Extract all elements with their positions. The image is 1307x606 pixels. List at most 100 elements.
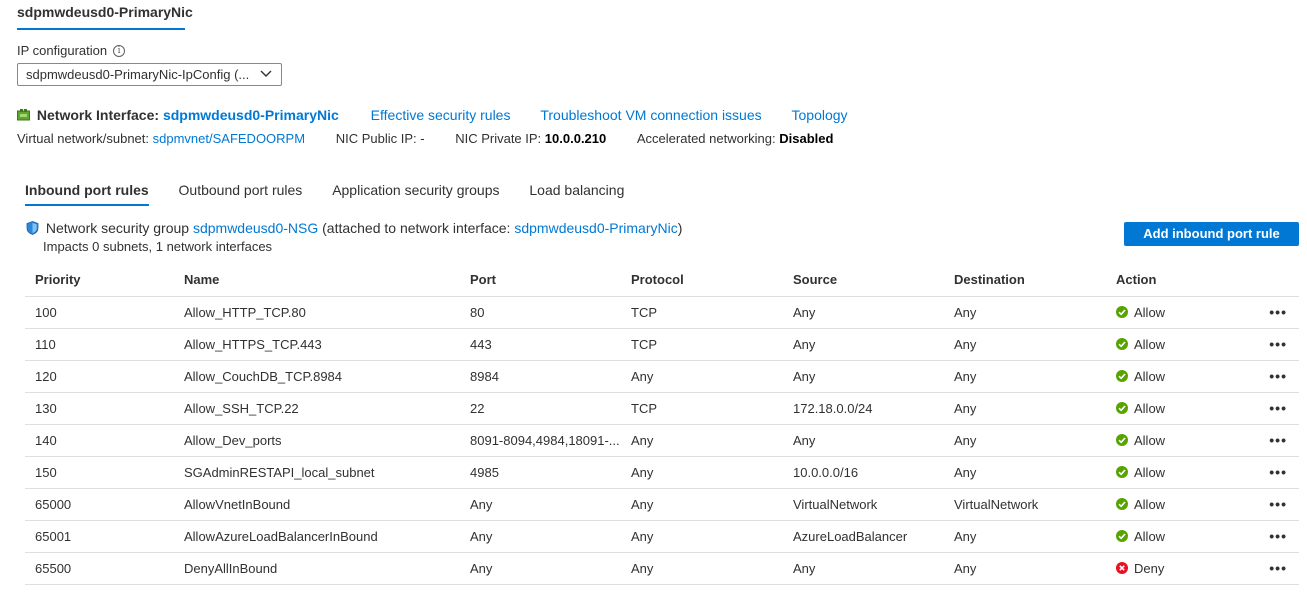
check-circle-icon — [1116, 306, 1128, 319]
check-circle-icon — [1116, 434, 1128, 447]
action-label: Allow — [1134, 496, 1166, 512]
tab-outbound-port-rules[interactable]: Outbound port rules — [179, 182, 303, 206]
cell-priority: 150 — [25, 456, 174, 489]
accelerated-networking: Accelerated networking: Disabled — [637, 131, 834, 146]
cell-name: AllowVnetInBound — [174, 488, 460, 521]
table-row[interactable]: 65500 DenyAllInBound Any Any Any Any Deny ••• — [25, 552, 1299, 585]
cell-priority: 110 — [25, 328, 174, 361]
network-interface-name-link[interactable]: sdpmwdeusd0-PrimaryNic — [163, 107, 339, 123]
cell-destination: Any — [944, 328, 1106, 361]
cell-action: Allow — [1106, 488, 1246, 521]
more-options-icon[interactable]: ••• — [1246, 360, 1299, 393]
table-row[interactable]: 65000 AllowVnetInBound Any Any VirtualNetwor… — [25, 488, 1299, 521]
more-options-icon[interactable]: ••• — [1246, 328, 1299, 361]
network-interface-row: Network Interface: sdpmwdeusd0-PrimaryNi… — [17, 107, 848, 125]
more-options-icon[interactable]: ••• — [1246, 520, 1299, 553]
table-row[interactable]: 150 SGAdminRESTAPI_local_subnet 4985 Any 10.… — [25, 456, 1299, 489]
action-label: Allow — [1134, 304, 1166, 320]
more-options-icon[interactable]: ••• — [1246, 488, 1299, 521]
cell-port: 8091-8094,4984,18091-... — [460, 424, 621, 457]
nsg-prefix: Network security group — [45, 220, 190, 236]
cell-port: 4985 — [460, 456, 621, 489]
table-row[interactable]: 140 Allow_Dev_ports 8091-8094,4984,18091-.… — [25, 424, 1299, 457]
cell-action: Allow — [1106, 296, 1246, 329]
tab-inbound-port-rules[interactable]: Inbound port rules — [25, 182, 149, 206]
header-priority[interactable]: Priority — [25, 264, 174, 297]
tab-application-security-groups[interactable]: Application security groups — [332, 182, 499, 206]
more-options-icon[interactable]: ••• — [1246, 552, 1299, 585]
ip-configuration-label-text: IP configuration — [17, 43, 108, 58]
cell-source: 172.18.0.0/24 — [783, 392, 944, 425]
tab-primary-nic[interactable]: sdpmwdeusd0-PrimaryNic — [17, 4, 193, 26]
table-row[interactable]: 65001 AllowAzureLoadBalancerInBound Any Any… — [25, 520, 1299, 553]
table-row[interactable]: 100 Allow_HTTP_TCP.80 80 TCP Any Any Allow ••• — [25, 296, 1299, 329]
nsg-attached-nic-link[interactable]: sdpmwdeusd0-PrimaryNic — [514, 220, 677, 236]
ip-configuration-dropdown[interactable]: sdpmwdeusd0-PrimaryNic-IpConfig (... — [17, 63, 282, 86]
topology-link[interactable]: Topology — [792, 107, 848, 123]
cell-destination: Any — [944, 520, 1106, 553]
cell-name: AllowAzureLoadBalancerInBound — [174, 520, 460, 553]
private-ip-label: NIC Private IP: — [455, 131, 542, 146]
cell-protocol: Any — [621, 360, 783, 393]
cell-destination: Any — [944, 360, 1106, 393]
nsg-name-link[interactable]: sdpmwdeusd0-NSG — [193, 220, 318, 236]
cell-name: DenyAllInBound — [174, 552, 460, 585]
cell-destination: Any — [944, 296, 1106, 329]
cell-port: Any — [460, 552, 621, 585]
inbound-rules-table: Priority Name Port Protocol Source Desti… — [25, 264, 1299, 585]
action-label: Allow — [1134, 336, 1166, 352]
header-name[interactable]: Name — [174, 264, 460, 297]
info-icon[interactable]: i — [113, 44, 126, 57]
cell-port: 80 — [460, 296, 621, 329]
more-options-icon[interactable]: ••• — [1246, 392, 1299, 425]
cell-source: 10.0.0.0/16 — [783, 456, 944, 489]
header-protocol[interactable]: Protocol — [621, 264, 783, 297]
header-destination[interactable]: Destination — [944, 264, 1106, 297]
public-ip-label: NIC Public IP: — [335, 131, 417, 146]
cell-source: Any — [783, 360, 944, 393]
cell-priority: 65000 — [25, 488, 174, 521]
cell-action: Allow — [1106, 360, 1246, 393]
header-action[interactable]: Action — [1106, 264, 1246, 297]
check-circle-icon — [1116, 498, 1128, 511]
header-source[interactable]: Source — [783, 264, 944, 297]
troubleshoot-vm-link[interactable]: Troubleshoot VM connection issues — [540, 107, 761, 123]
header-more — [1246, 264, 1299, 297]
cell-protocol: TCP — [621, 328, 783, 361]
accelerated-networking-value: Disabled — [779, 131, 834, 146]
network-security-group-line: Network security group sdpmwdeusd0-NSG (… — [26, 219, 682, 236]
cell-destination: VirtualNetwork — [944, 488, 1106, 521]
cell-priority: 140 — [25, 424, 174, 457]
action-label: Allow — [1134, 464, 1166, 480]
check-circle-icon — [1116, 402, 1128, 415]
check-circle-icon — [1116, 370, 1128, 383]
more-options-icon[interactable]: ••• — [1246, 456, 1299, 489]
cell-priority: 65500 — [25, 552, 174, 585]
error-circle-icon — [1116, 562, 1128, 575]
public-ip: NIC Public IP: - — [336, 131, 425, 146]
check-circle-icon — [1116, 466, 1128, 479]
table-row[interactable]: 130 Allow_SSH_TCP.22 22 TCP 172.18.0.0/24 Any… — [25, 392, 1299, 425]
tab-load-balancing[interactable]: Load balancing — [529, 182, 624, 206]
add-inbound-port-rule-button[interactable]: Add inbound port rule — [1124, 222, 1299, 246]
table-row[interactable]: 120 Allow_CouchDB_TCP.8984 8984 Any Any Any Al… — [25, 360, 1299, 393]
accelerated-networking-label: Accelerated networking: — [636, 131, 776, 146]
vnet-subnet-link[interactable]: sdpmvnet/SAFEDOORPM — [153, 131, 305, 146]
cell-protocol: Any — [621, 456, 783, 489]
more-options-icon[interactable]: ••• — [1246, 296, 1299, 329]
private-ip: NIC Private IP: 10.0.0.210 — [455, 131, 606, 146]
cell-name: Allow_HTTPS_TCP.443 — [174, 328, 460, 361]
header-port[interactable]: Port — [460, 264, 621, 297]
more-options-icon[interactable]: ••• — [1246, 424, 1299, 457]
cell-port: Any — [460, 488, 621, 521]
cell-destination: Any — [944, 456, 1106, 489]
rule-tabs: Inbound port rules Outbound port rules A… — [25, 182, 650, 208]
table-row[interactable]: 110 Allow_HTTPS_TCP.443 443 TCP Any Any Allow •… — [25, 328, 1299, 361]
cell-action: Allow — [1106, 424, 1246, 457]
cell-destination: Any — [944, 552, 1106, 585]
cell-source: Any — [783, 424, 944, 457]
ip-configuration-value: sdpmwdeusd0-PrimaryNic-IpConfig (... — [26, 67, 250, 82]
effective-security-rules-link[interactable]: Effective security rules — [371, 107, 511, 123]
table-header-row: Priority Name Port Protocol Source Desti… — [25, 264, 1299, 297]
check-circle-icon — [1116, 530, 1128, 543]
